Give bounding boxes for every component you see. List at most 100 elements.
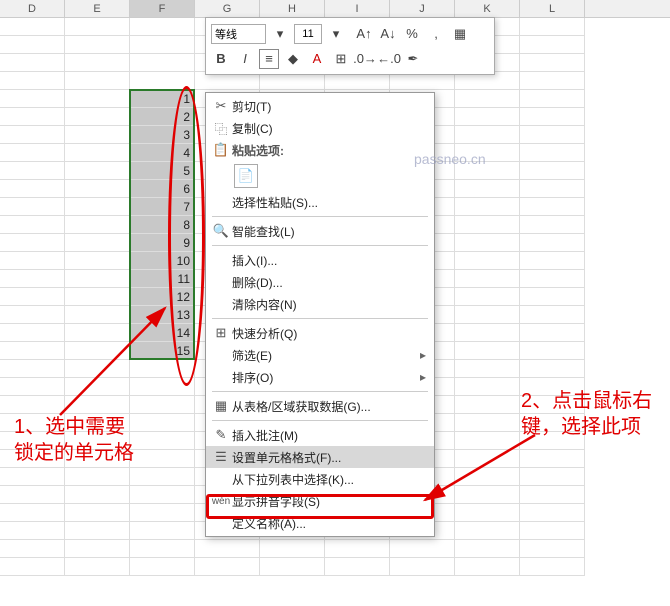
cell[interactable] (520, 36, 585, 54)
cell[interactable] (325, 540, 390, 558)
cell[interactable] (520, 144, 585, 162)
align-icon[interactable]: ≡ (259, 49, 279, 69)
cell[interactable] (520, 468, 585, 486)
cell[interactable] (65, 234, 130, 252)
cell[interactable] (520, 450, 585, 468)
cell[interactable] (0, 360, 65, 378)
cell[interactable] (65, 252, 130, 270)
cell[interactable] (130, 504, 195, 522)
cell[interactable] (0, 126, 65, 144)
cell[interactable] (65, 198, 130, 216)
cell[interactable] (455, 414, 520, 432)
ctx-filter[interactable]: 筛选(E) ▸ (206, 344, 434, 366)
cell[interactable] (455, 558, 520, 576)
col-header-E[interactable]: E (65, 0, 130, 17)
cell[interactable]: 11 (130, 270, 195, 288)
cell[interactable] (0, 90, 65, 108)
cell[interactable] (455, 252, 520, 270)
col-header-K[interactable]: K (455, 0, 520, 17)
cell[interactable] (0, 18, 65, 36)
cell[interactable]: 6 (130, 180, 195, 198)
ctx-cut[interactable]: ✂ 剪切(T) (206, 95, 434, 117)
font-dropdown-icon[interactable]: ▾ (270, 24, 290, 44)
cell[interactable] (520, 342, 585, 360)
ctx-copy[interactable]: ⿻ 复制(C) (206, 117, 434, 139)
font-size[interactable] (294, 24, 322, 44)
cell[interactable] (520, 558, 585, 576)
cell[interactable] (455, 342, 520, 360)
cell[interactable] (0, 252, 65, 270)
cell[interactable] (130, 18, 195, 36)
cell[interactable] (65, 54, 130, 72)
cell[interactable] (65, 126, 130, 144)
cell[interactable] (0, 504, 65, 522)
cell[interactable] (130, 54, 195, 72)
col-header-H[interactable]: H (260, 0, 325, 17)
size-dropdown-icon[interactable]: ▾ (326, 24, 346, 44)
cell[interactable] (520, 522, 585, 540)
cell[interactable] (455, 486, 520, 504)
cell[interactable] (455, 378, 520, 396)
col-header-I[interactable]: I (325, 0, 390, 17)
cell[interactable] (65, 306, 130, 324)
cell[interactable] (65, 72, 130, 90)
cell[interactable] (65, 36, 130, 54)
ctx-sort[interactable]: 排序(O) ▸ (206, 366, 434, 388)
cell[interactable] (520, 180, 585, 198)
cell[interactable]: 14 (130, 324, 195, 342)
col-header-G[interactable]: G (195, 0, 260, 17)
cell[interactable] (520, 126, 585, 144)
cell[interactable] (0, 468, 65, 486)
ctx-get-data[interactable]: ▦ 从表格/区域获取数据(G)... (206, 395, 434, 417)
cell[interactable] (0, 486, 65, 504)
cell[interactable] (0, 234, 65, 252)
cell[interactable]: 13 (130, 306, 195, 324)
cell[interactable] (65, 378, 130, 396)
ctx-smart-lookup[interactable]: 🔍 智能查找(L) (206, 220, 434, 242)
cell[interactable] (130, 396, 195, 414)
cell[interactable] (130, 414, 195, 432)
cell[interactable] (0, 108, 65, 126)
cell[interactable] (130, 450, 195, 468)
cell[interactable] (455, 306, 520, 324)
cell[interactable] (455, 360, 520, 378)
cell[interactable] (65, 522, 130, 540)
font-grow-icon[interactable]: A↑ (354, 24, 374, 44)
cell[interactable] (0, 54, 65, 72)
cell[interactable] (0, 324, 65, 342)
cell[interactable] (0, 72, 65, 90)
cell[interactable] (520, 54, 585, 72)
cell[interactable] (65, 396, 130, 414)
cell[interactable] (455, 522, 520, 540)
cell[interactable] (65, 342, 130, 360)
cell[interactable] (520, 306, 585, 324)
ctx-dropdown-pick[interactable]: 从下拉列表中选择(K)... (206, 468, 434, 490)
cell[interactable] (130, 72, 195, 90)
cell[interactable] (520, 234, 585, 252)
cell[interactable] (520, 504, 585, 522)
cell[interactable] (520, 18, 585, 36)
cell[interactable] (520, 252, 585, 270)
grid-icon[interactable]: ▦ (450, 24, 470, 44)
cell[interactable] (325, 558, 390, 576)
cell[interactable] (520, 324, 585, 342)
cell[interactable] (520, 216, 585, 234)
ctx-phonetic[interactable]: wén 显示拼音字段(S) (206, 490, 434, 512)
cell[interactable]: 3 (130, 126, 195, 144)
cell[interactable] (455, 126, 520, 144)
ctx-insert[interactable]: 插入(I)... (206, 249, 434, 271)
cell[interactable] (0, 36, 65, 54)
font-shrink-icon[interactable]: A↓ (378, 24, 398, 44)
cell[interactable] (520, 72, 585, 90)
cell[interactable] (260, 540, 325, 558)
ctx-quick-analysis[interactable]: ⊞ 快速分析(Q) (206, 322, 434, 344)
ctx-paste-special[interactable]: 选择性粘贴(S)... (206, 191, 434, 213)
cell[interactable] (130, 468, 195, 486)
cell[interactable] (260, 558, 325, 576)
cell[interactable] (520, 288, 585, 306)
cell[interactable] (130, 486, 195, 504)
fill-icon[interactable]: ◆ (283, 49, 303, 69)
cell[interactable] (65, 360, 130, 378)
cell[interactable] (0, 522, 65, 540)
cell[interactable] (0, 144, 65, 162)
